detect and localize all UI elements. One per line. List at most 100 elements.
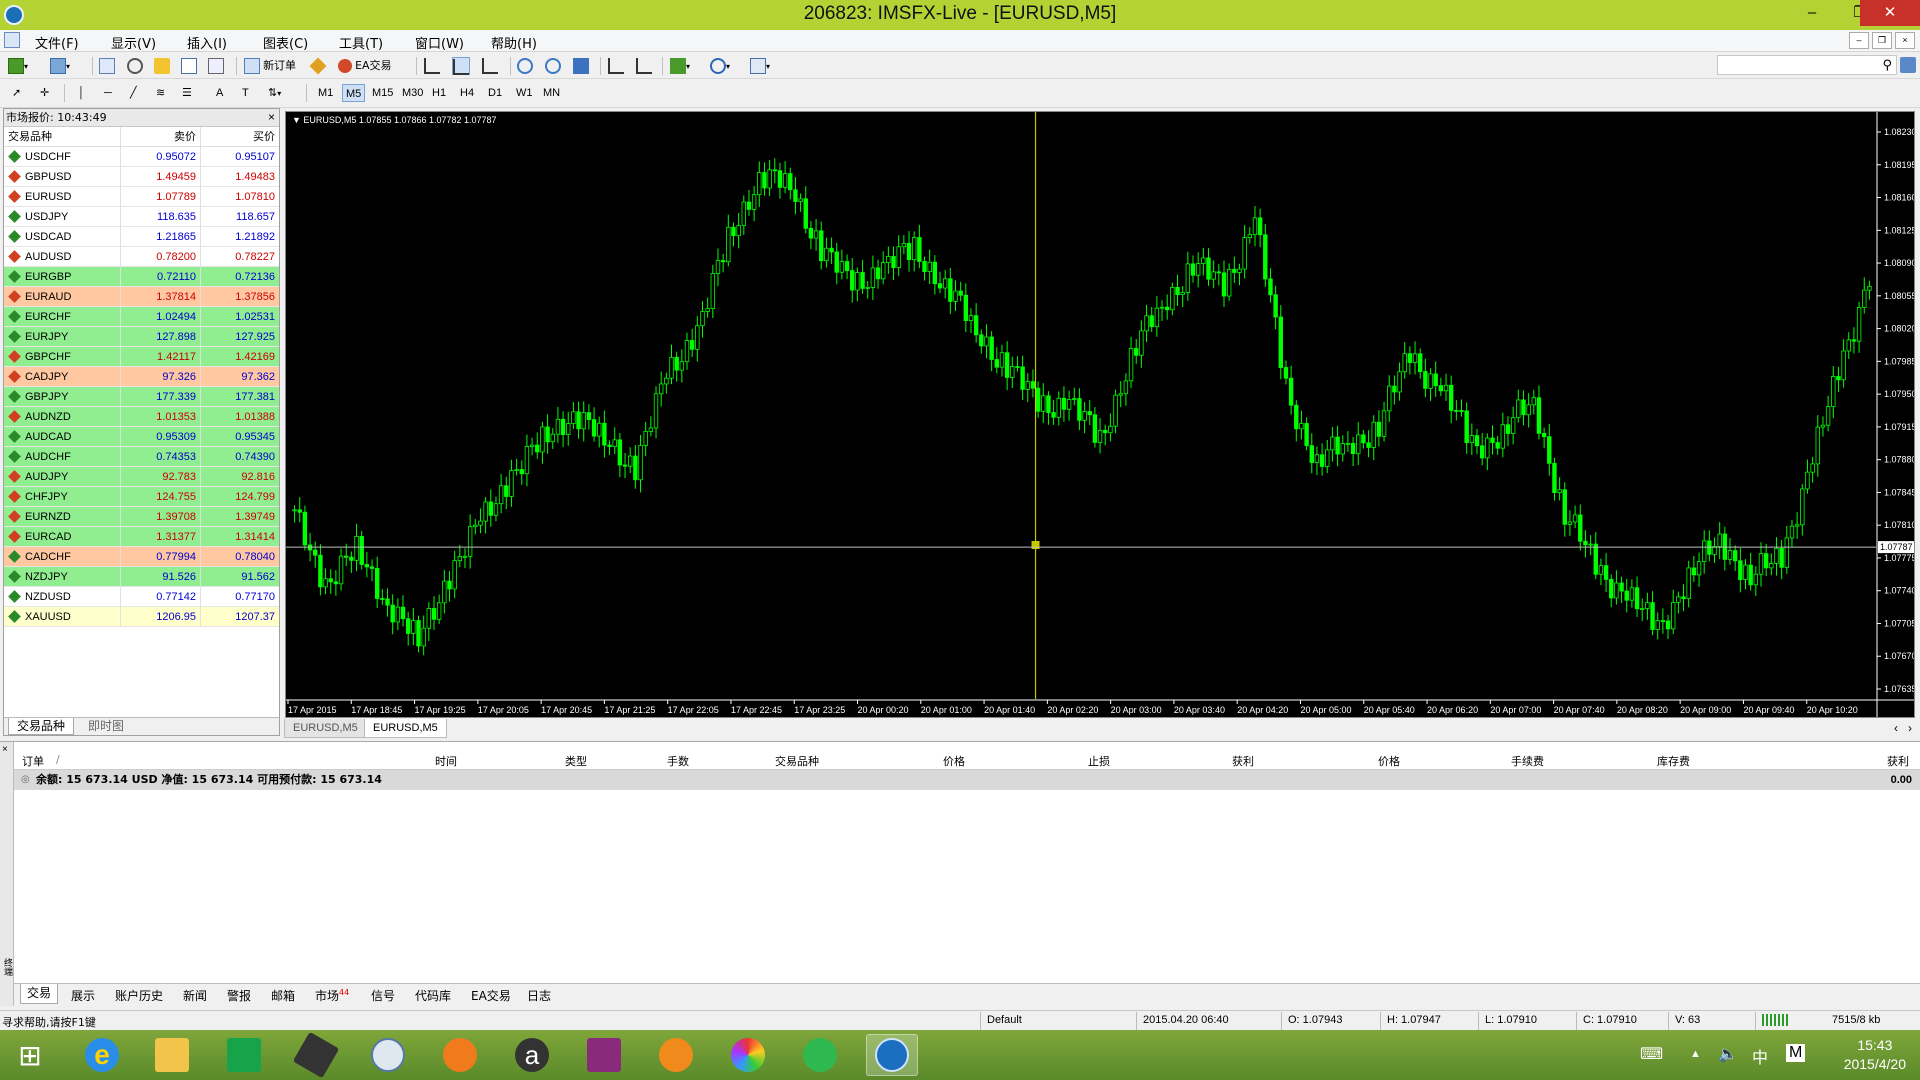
search-input[interactable]: ⚲ [1717, 55, 1897, 75]
line-chart-button[interactable] [482, 57, 498, 75]
tf-m1[interactable]: M1 [318, 84, 333, 102]
market-watch-row[interactable]: USDCHF 0.95072 0.95107 [4, 147, 279, 167]
channel-tool[interactable]: ≋ [156, 84, 165, 102]
col-swap[interactable]: 库存费 [1657, 753, 1690, 769]
connection-indicator-icon[interactable] [1762, 1014, 1788, 1026]
navigator-button[interactable] [154, 57, 170, 75]
taskbar-metatrader[interactable] [866, 1034, 918, 1076]
market-watch-row[interactable]: EURCHF 1.02494 1.02531 [4, 307, 279, 327]
data-window-button[interactable] [127, 57, 143, 75]
vertical-line-tool[interactable]: │ [78, 84, 85, 102]
tabs-scroll-left[interactable]: ‹ [1894, 721, 1898, 735]
tabs-scroll-right[interactable]: › [1908, 721, 1912, 735]
cursor-tool[interactable]: ➚ [12, 84, 21, 102]
col-time[interactable]: 时间 [435, 753, 457, 769]
taskbar-pdf[interactable] [578, 1034, 630, 1076]
tab-symbols[interactable]: 交易品种 [8, 718, 75, 735]
col-ask-header[interactable]: 买价 [200, 127, 279, 146]
indicators-button[interactable]: ▾ [670, 57, 690, 75]
menu-window[interactable]: 窗口(W) [415, 33, 464, 52]
tab-market[interactable]: 市场44 [315, 987, 349, 1004]
crosshair-tool[interactable]: ✛ [40, 84, 49, 102]
chart-tab-1[interactable]: EURUSD,M5 [284, 719, 367, 738]
market-watch-row[interactable]: AUDJPY 92.783 92.816 [4, 467, 279, 487]
tf-m5[interactable]: M5 [342, 84, 366, 102]
tab-exposure[interactable]: 展示 [71, 987, 95, 1004]
col-price[interactable]: 价格 [943, 753, 965, 769]
zoom-in-button[interactable] [517, 57, 533, 75]
chat-icon[interactable] [1900, 57, 1916, 73]
taskbar-app-10[interactable] [722, 1034, 774, 1076]
taskbar-app-6[interactable] [434, 1034, 486, 1076]
tf-mn[interactable]: MN [543, 84, 560, 102]
mdi-restore-button[interactable]: ❐ [1872, 32, 1892, 49]
strategy-tester-button[interactable] [208, 57, 224, 75]
taskbar-clock[interactable]: 15:43 2015/4/20 [1844, 1036, 1906, 1074]
col-stoploss[interactable]: 止损 [1088, 753, 1110, 769]
tray-expand-icon[interactable]: ▲ [1690, 1048, 1701, 1060]
taskbar-uc-browser[interactable] [650, 1034, 702, 1076]
col-symbol[interactable]: 交易品种 [775, 753, 819, 769]
market-watch-row[interactable]: XAUUSD 1206.95 1207.37 [4, 607, 279, 627]
tf-m30[interactable]: M30 [402, 84, 423, 102]
metaeditor-button[interactable] [309, 57, 327, 75]
new-order-button[interactable]: 新订单 [244, 57, 296, 75]
market-watch-row[interactable]: NZDUSD 0.77142 0.77170 [4, 587, 279, 607]
balance-row[interactable]: ◎ 余额: 15 673.14 USD 净值: 15 673.14 可用预付款:… [14, 770, 1920, 790]
keyboard-icon[interactable]: ⌨ [1640, 1044, 1663, 1064]
ea-trading-button[interactable]: EA交易 [338, 57, 392, 75]
tf-m15[interactable]: M15 [372, 84, 393, 102]
market-watch-row[interactable]: AUDNZD 1.01353 1.01388 [4, 407, 279, 427]
market-watch-row[interactable]: EURUSD 1.07789 1.07810 [4, 187, 279, 207]
tab-journal[interactable]: 日志 [527, 987, 551, 1004]
text-label-tool[interactable]: T [242, 84, 249, 102]
col-symbol-header[interactable]: 交易品种 [4, 127, 120, 146]
market-watch-row[interactable]: EURGBP 0.72110 0.72136 [4, 267, 279, 287]
market-watch-row[interactable]: AUDUSD 0.78200 0.78227 [4, 247, 279, 267]
market-watch-row[interactable]: EURCAD 1.31377 1.31414 [4, 527, 279, 547]
taskbar-amazon[interactable]: a [506, 1034, 558, 1076]
chart-shift-button[interactable] [608, 57, 624, 75]
terminal-close-button[interactable]: × [2, 744, 8, 755]
col-order[interactable]: 订单 [22, 753, 44, 769]
tf-d1[interactable]: D1 [488, 84, 502, 102]
trendline-tool[interactable]: ╱ [130, 84, 137, 102]
tab-news[interactable]: 新闻 [183, 987, 207, 1004]
ime-language[interactable]: 中 [1752, 1044, 1768, 1068]
bar-chart-button[interactable] [424, 57, 440, 75]
ime-mode[interactable]: M [1786, 1044, 1806, 1062]
col-sort[interactable]: / [56, 753, 60, 766]
arrows-tool[interactable]: ⇅▾ [268, 84, 281, 102]
periods-button[interactable]: ▾ [710, 57, 730, 75]
profiles-button[interactable]: ▾ [50, 57, 70, 75]
tab-code-base[interactable]: 代码库 [415, 987, 451, 1004]
chart-tab-2[interactable]: EURUSD,M5 [364, 719, 447, 738]
market-watch-row[interactable]: NZDJPY 91.526 91.562 [4, 567, 279, 587]
volume-icon[interactable]: 🔈 [1718, 1044, 1738, 1064]
menu-tools[interactable]: 工具(T) [339, 33, 383, 52]
terminal-button[interactable] [181, 57, 197, 75]
tab-trade[interactable]: 交易 [20, 984, 59, 1004]
market-watch-row[interactable]: CADCHF 0.77994 0.78040 [4, 547, 279, 567]
zoom-out-button[interactable] [545, 57, 561, 75]
templates-button[interactable]: ▾ [750, 57, 770, 75]
market-watch-row[interactable]: EURJPY 127.898 127.925 [4, 327, 279, 347]
tab-alerts[interactable]: 警报 [227, 987, 251, 1004]
col-commission[interactable]: 手续费 [1511, 753, 1544, 769]
menu-charts[interactable]: 图表(C) [263, 33, 308, 52]
candlestick-button[interactable] [452, 57, 470, 76]
market-watch-row[interactable]: USDJPY 118.635 118.657 [4, 207, 279, 227]
tile-windows-button[interactable] [573, 57, 589, 75]
tab-mailbox[interactable]: 邮箱 [271, 987, 295, 1004]
chart-window[interactable]: ▼ EURUSD,M5 1.07855 1.07866 1.07782 1.07… [285, 111, 1917, 718]
market-watch-row[interactable]: GBPUSD 1.49459 1.49483 [4, 167, 279, 187]
close-button[interactable]: ✕ [1860, 0, 1920, 26]
market-watch-row[interactable]: CHFJPY 124.755 124.799 [4, 487, 279, 507]
market-watch-row[interactable]: GBPJPY 177.339 177.381 [4, 387, 279, 407]
market-watch-button[interactable] [99, 57, 115, 75]
mdi-close-button[interactable]: × [1895, 32, 1915, 49]
candlestick-chart[interactable]: ▼ EURUSD,M5 1.07855 1.07866 1.07782 1.07… [286, 112, 1917, 717]
text-tool[interactable]: A [216, 84, 223, 102]
taskbar-app-4[interactable] [290, 1031, 342, 1079]
market-watch-close-button[interactable]: × [268, 109, 275, 126]
